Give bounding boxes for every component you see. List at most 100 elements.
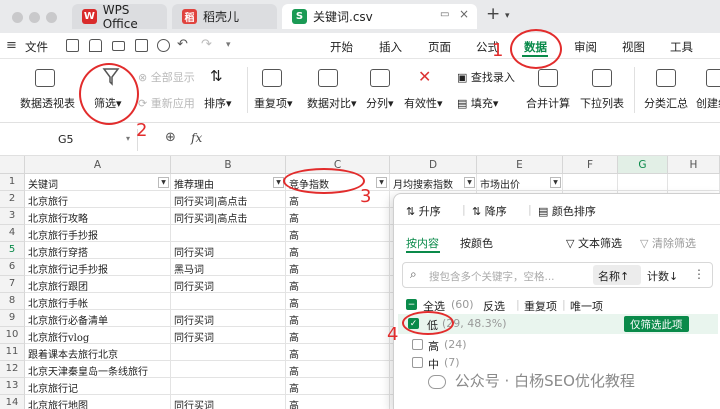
filter-dropdown-icon[interactable]: ▼ [158,177,169,188]
filter-dropdown-icon[interactable]: ▼ [550,177,561,188]
duplicates-filter-button[interactable]: 重复项 [524,298,557,314]
color-sort-button[interactable]: ▤ 颜色排序 [538,203,596,219]
chevron-down-icon[interactable]: ▾ [505,11,510,21]
menu-home[interactable]: 开始 [330,39,353,55]
column-header-f[interactable]: F [563,156,618,174]
tab-by-content[interactable]: 按内容 [406,235,439,251]
row-header[interactable]: 3 [0,208,25,225]
data-compare-button[interactable]: 数据对比▾ [307,95,357,111]
save-icon[interactable] [66,39,79,52]
cell[interactable]: 高 [286,310,390,327]
print-preview-icon[interactable] [135,39,148,52]
column-header-h[interactable]: H [668,156,720,174]
cell[interactable] [171,225,286,242]
name-box-chevron-icon[interactable]: ▾ [126,134,130,143]
row-header[interactable]: 1 [0,174,25,191]
cell[interactable]: 高 [286,225,390,242]
header-cell-reason[interactable]: 推荐理由 [171,174,286,191]
hamburger-menu-icon[interactable]: ≡ [6,38,17,53]
select-all-corner[interactable] [0,156,25,174]
item-checkbox-mid[interactable] [412,357,423,368]
cell[interactable]: 高 [286,361,390,378]
tab-keywords-csv[interactable]: S 关键词.csv ▭ × [282,4,477,29]
unique-filter-button[interactable]: 唯一项 [570,298,603,314]
row-header[interactable]: 11 [0,344,25,361]
pivot-table-button[interactable]: 数据透视表 [20,95,75,111]
cell[interactable] [563,174,618,191]
cell[interactable]: 跟着课本去旅行北京 [25,344,171,361]
cell[interactable]: 同行买词 [171,242,286,259]
close-window-button[interactable] [12,12,23,23]
format-painter-icon[interactable] [157,39,170,52]
tab-by-color[interactable]: 按颜色 [460,235,493,251]
cell[interactable]: 同行买词|高点击 [171,208,286,225]
clear-filter-button[interactable]: ▽ 清除筛选 [640,235,696,251]
column-header-e[interactable]: E [477,156,563,174]
invert-selection-button[interactable]: 反选 [483,298,505,314]
cell[interactable]: 高 [286,276,390,293]
row-header[interactable]: 6 [0,259,25,276]
cell[interactable] [618,174,668,191]
row-header[interactable]: 14 [0,395,25,409]
row-header[interactable]: 12 [0,361,25,378]
cell[interactable]: 同行买词|高点击 [171,191,286,208]
cell[interactable]: 高 [286,344,390,361]
new-tab-icon[interactable]: + [486,4,500,24]
show-all-button[interactable]: ⊗ 全部显示 [138,69,195,85]
cell[interactable]: 北京旅行跟团 [25,276,171,293]
formula-input[interactable] [215,129,715,151]
fill-button[interactable]: ▤ 填充▾ [457,95,498,111]
text-filter-button[interactable]: ▽ 文本筛选 [566,235,622,251]
tab-docer[interactable]: 稻 稻壳儿 [172,4,277,29]
header-cell-keyword[interactable]: 关键词 [25,174,171,191]
cell[interactable]: 同行买词 [171,310,286,327]
duplicates-button[interactable]: 重复项▾ [254,95,293,111]
lookup-entry-button[interactable]: ▣ 查找录入 [457,69,515,85]
cell[interactable]: 高 [286,259,390,276]
menu-view[interactable]: 视图 [622,39,645,55]
undo-icon[interactable]: ↶ [177,37,188,52]
cell[interactable]: 同行买词 [171,327,286,344]
cell[interactable]: 北京旅行手帐 [25,293,171,310]
column-header-d[interactable]: D [390,156,477,174]
item-checkbox-high[interactable] [412,339,423,350]
name-sort-button[interactable]: 名称↑ [593,265,641,285]
cell[interactable]: 高 [286,395,390,409]
select-all-checkbox[interactable]: − [406,299,417,310]
create-group-button[interactable]: 创建组 [696,95,720,111]
cell[interactable]: 北京旅行vlog [25,327,171,344]
dropdown-list-button[interactable]: 下拉列表 [580,95,624,111]
menu-tools[interactable]: 工具 [670,39,693,55]
customize-chevron-icon[interactable]: ▾ [226,40,231,50]
reapply-button[interactable]: ⟳ 重新应用 [138,95,195,111]
cell[interactable]: 高 [286,208,390,225]
cell[interactable]: 高 [286,293,390,310]
row-header[interactable]: 8 [0,293,25,310]
cell[interactable]: 黑马词 [171,259,286,276]
row-header[interactable]: 2 [0,191,25,208]
row-header[interactable]: 7 [0,276,25,293]
cell[interactable]: 北京旅行记 [25,378,171,395]
menu-insert[interactable]: 插入 [379,39,402,55]
sort-button[interactable]: 排序▾ [204,95,232,111]
tab-wps-office[interactable]: W WPS Office [72,3,167,31]
minimize-window-button[interactable] [29,12,40,23]
split-column-button[interactable]: 分列▾ [366,95,394,111]
zoom-window-button[interactable] [46,12,57,23]
cell[interactable]: 北京天津秦皇岛一条线旅行 [25,361,171,378]
sort-descending-button[interactable]: ⇅ 降序 [472,203,507,219]
sort-ascending-button[interactable]: ⇅ 升序 [406,203,441,219]
menu-review[interactable]: 审阅 [574,39,597,55]
filter-dropdown-icon[interactable]: ▼ [464,177,475,188]
screen-icon[interactable]: ▭ [440,9,449,20]
cell[interactable]: 北京旅行记手抄报 [25,259,171,276]
column-header-a[interactable]: A [25,156,171,174]
row-header[interactable]: 13 [0,378,25,395]
search-input[interactable]: 搜包含多个关键字，空格... [429,269,555,284]
cell[interactable] [171,344,286,361]
item-label-high[interactable]: 高 [428,338,439,354]
function-icon[interactable]: fx [191,131,202,145]
column-header-g[interactable]: G [618,156,668,174]
cell[interactable]: 北京旅行穿搭 [25,242,171,259]
validity-button[interactable]: 有效性▾ [404,95,443,111]
